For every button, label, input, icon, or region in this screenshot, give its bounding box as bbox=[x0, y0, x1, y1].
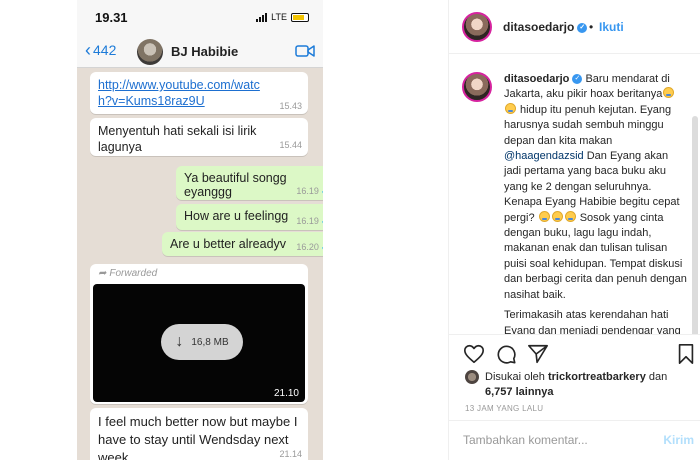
back-count: 442 bbox=[93, 42, 117, 58]
message-bubble-incoming[interactable]: http://www.youtube.com/watch?v=Kums18raz… bbox=[90, 72, 308, 114]
comment-input[interactable] bbox=[463, 433, 653, 447]
message-time: 15.43 bbox=[279, 101, 302, 111]
caption-paragraph: Terimakasih atas kerendahan hati Eyang d… bbox=[504, 309, 681, 334]
caption-paragraph: ditasoedarjo ✓ Baru mendarat di Jakarta, … bbox=[504, 73, 687, 301]
post-time: 13 JAM YANG LALU bbox=[465, 404, 544, 413]
message-bubble-incoming[interactable]: Menyentuh hati sekali isi lirik lagunya … bbox=[90, 118, 308, 156]
message-text: Menyentuh hati sekali isi lirik lagunya bbox=[98, 124, 257, 154]
forward-arrow-icon: ➦ bbox=[98, 268, 107, 279]
verified-badge-icon: ✓ bbox=[577, 22, 588, 33]
post-actions bbox=[449, 334, 700, 370]
instagram-post-panel: ditasoedarjo ✓ • Ikuti ditasoedarjo ✓ Baru… bbox=[448, 0, 700, 460]
bookmark-icon[interactable] bbox=[675, 343, 697, 365]
caption-area: ditasoedarjo ✓ Baru mendarat di Jakarta, … bbox=[449, 54, 700, 334]
caption-scrollbar[interactable] bbox=[692, 116, 698, 334]
message-time: 16.19✓✓ bbox=[296, 186, 323, 197]
message-time: 15.44 bbox=[279, 140, 302, 150]
forwarded-video-message[interactable]: ➦ Forwarded ↓ 16,8 MB 21.10 bbox=[90, 264, 308, 404]
message-bubble-outgoing[interactable]: How are u feelingg 16.19✓✓ bbox=[176, 204, 323, 230]
message-bubble-incoming[interactable]: I feel much better now but maybe I have … bbox=[90, 408, 308, 460]
likes-text: Disukai oleh trickortreatbarkery dan 6,7… bbox=[485, 371, 668, 398]
crying-face-icon bbox=[538, 210, 550, 222]
status-indicators: LTE bbox=[256, 12, 309, 22]
message-time: 21.14 bbox=[279, 449, 302, 459]
battery-icon bbox=[291, 12, 309, 22]
message-text: Are u better alreadyv bbox=[170, 237, 287, 251]
follow-separator: • bbox=[589, 20, 594, 34]
author-avatar[interactable] bbox=[462, 12, 492, 42]
likes-count[interactable]: 6,757 lainnya bbox=[485, 386, 554, 398]
video-size: 16,8 MB bbox=[191, 336, 229, 348]
follow-button[interactable]: Ikuti bbox=[599, 20, 624, 34]
comment-bar: Kirim bbox=[449, 420, 700, 460]
video-thumbnail[interactable]: ↓ 16,8 MB 21.10 bbox=[93, 284, 305, 402]
crying-face-icon bbox=[551, 210, 563, 222]
post-comment-button[interactable]: Kirim bbox=[663, 433, 694, 447]
crying-face-icon bbox=[663, 87, 675, 99]
message-text: Ya beautiful songg eyanggg bbox=[184, 171, 287, 199]
back-button[interactable]: ‹ 442 bbox=[85, 40, 117, 60]
status-time: 19.31 bbox=[95, 10, 128, 25]
download-arrow-icon: ↓ bbox=[175, 333, 184, 350]
whatsapp-screenshot: 19.31 LTE ‹ 442 BJ Habibie http://www.yo… bbox=[77, 0, 323, 460]
message-time: 16.19✓✓ bbox=[296, 216, 323, 227]
caption-username[interactable]: ditasoedarjo bbox=[504, 73, 569, 85]
chat-header: ‹ 442 BJ Habibie bbox=[77, 36, 323, 68]
crying-face-icon bbox=[564, 210, 576, 222]
liker-avatar[interactable] bbox=[465, 370, 479, 384]
contact-name[interactable]: BJ Habibie bbox=[171, 44, 238, 59]
author-username[interactable]: ditasoedarjo ✓ bbox=[503, 20, 588, 34]
comment-icon[interactable] bbox=[495, 343, 517, 365]
message-text: I feel much better now but maybe I have … bbox=[98, 414, 298, 460]
message-time: 16.20✓✓ bbox=[296, 242, 323, 253]
read-ticks-icon: ✓✓ bbox=[321, 242, 323, 252]
contact-avatar[interactable] bbox=[137, 39, 163, 65]
video-time: 21.10 bbox=[273, 388, 299, 399]
read-ticks-icon: ✓✓ bbox=[321, 186, 323, 196]
message-bubble-outgoing[interactable]: Are u better alreadyv 16.20✓✓ bbox=[162, 232, 323, 256]
network-label: LTE bbox=[271, 12, 287, 22]
chevron-left-icon: ‹ bbox=[85, 40, 91, 60]
caption-author-avatar[interactable] bbox=[462, 72, 492, 102]
video-call-icon[interactable] bbox=[295, 44, 315, 58]
post-caption: ditasoedarjo ✓ Baru mendarat di Jakarta, … bbox=[504, 72, 688, 334]
crying-face-icon bbox=[505, 102, 516, 114]
verified-badge-icon: ✓ bbox=[572, 74, 583, 85]
post-header: ditasoedarjo ✓ • Ikuti bbox=[449, 0, 700, 54]
status-bar: 19.31 LTE bbox=[77, 0, 323, 36]
liker-username[interactable]: trickortreatbarkery bbox=[548, 371, 646, 383]
message-text: How are u feelingg bbox=[184, 209, 289, 223]
share-icon[interactable] bbox=[527, 343, 549, 365]
download-button[interactable]: ↓ 16,8 MB bbox=[161, 324, 243, 360]
forwarded-label: ➦ Forwarded bbox=[98, 268, 158, 279]
signal-icon bbox=[256, 12, 268, 22]
message-bubble-outgoing[interactable]: Ya beautiful songg eyanggg 16.19✓✓ bbox=[176, 166, 323, 200]
read-ticks-icon: ✓✓ bbox=[321, 216, 323, 226]
mention-link[interactable]: @haagendazsid bbox=[504, 150, 584, 162]
message-link[interactable]: http://www.youtube.com/watch?v=Kums18raz… bbox=[98, 77, 270, 109]
heart-icon[interactable] bbox=[463, 343, 485, 365]
